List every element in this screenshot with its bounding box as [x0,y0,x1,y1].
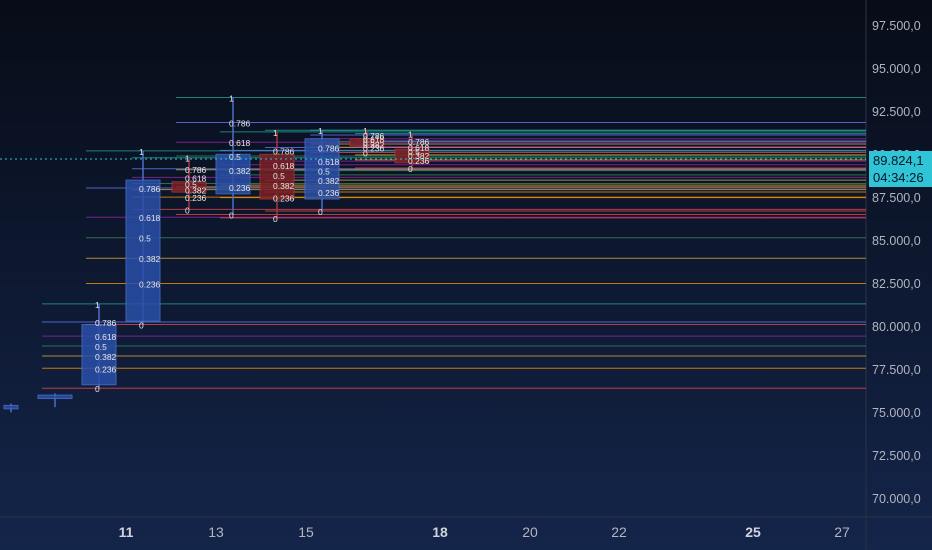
fib-level-label: 0.786 [318,143,340,153]
fib-level-label: 0 [318,207,323,217]
fib-level-label: 0.382 [95,352,117,362]
price-axis-label: 85.000,0 [872,234,921,248]
fib-level-label: 0.382 [229,166,251,176]
fib-level-label: 1 [273,128,278,138]
time-axis-label: 20 [522,524,538,540]
fib-level-label: 0 [229,210,234,220]
price-axis-label: 72.500,0 [872,449,921,463]
price-axis-label: 80.000,0 [872,320,921,334]
fib-level-label: 0.236 [318,188,340,198]
time-axis-label: 11 [118,524,134,540]
fib-level-label: 0.236 [95,364,117,374]
fib-level-label: 0 [273,214,278,224]
price-axis-label: 82.500,0 [872,277,921,291]
fib-level-label: 0.786 [273,146,295,156]
price-axis-label: 92.500,0 [872,105,921,119]
candle-body [3,404,19,410]
price-axis-label: 75.000,0 [872,406,921,420]
fib-level-label: 0.236 [139,280,161,290]
candle-body [37,394,73,400]
fib-level-label: 0 [408,164,413,174]
time-axis-label: 22 [611,524,627,540]
candle-body [125,179,161,322]
price-axis-label: 70.000,0 [872,492,921,506]
fib-level-label: 1 [318,126,323,136]
fib-level-label: 0.5 [318,167,330,177]
fib-level-label: 0 [95,384,100,394]
fib-level-label: 0.5 [273,171,285,181]
time-axis-label: 13 [208,524,224,540]
fib-level-label: 1 [139,147,144,157]
fib-level-label: 0.5 [139,234,151,244]
fib-level-label: 0.236 [185,193,207,203]
candlestick-chart[interactable]: 1 0.786 0.618 0.5 0.382 0.236 0 1 0.786 0.618 0.5 0… [0,0,932,550]
fib-level-label: 0.618 [229,138,251,148]
fib-level-label: 0.382 [139,254,161,264]
fib-level-label: 0 [139,321,144,331]
fib-level-label: 0.786 [139,184,161,194]
fib-level-label: 0.5 [229,152,241,162]
fib-level-label: 0.5 [95,342,107,352]
price-axis-label: 95.000,0 [872,62,921,76]
price-axis-label: 87.500,0 [872,191,921,205]
time-axis-label: 18 [432,524,448,540]
fib-level-label: 0.618 [273,161,295,171]
time-axis-label: 27 [834,524,850,540]
fib-level-label: 0 [185,205,190,215]
price-axis-label: 77.500,0 [872,363,921,377]
fib-level-label: 0.382 [318,176,340,186]
price-axis-label: 97.500,0 [872,19,921,33]
fib-level-label: 0.236 [229,183,251,193]
candle-countdown-badge: 04:34:26 [869,169,932,187]
fib-level-label: 0.618 [95,332,117,342]
fib-level-label: 0 [363,149,368,159]
fib-level-label: 1 [95,300,100,310]
fib-level-label: 0.786 [95,318,117,328]
current-price-badge: 89.824,1 [869,151,932,171]
time-axis-label: 25 [745,524,761,540]
fib-level-label: 0.618 [139,213,161,223]
fib-level-label: 1 [229,94,234,104]
time-axis-label: 15 [298,524,314,540]
fib-level-label: 0.236 [273,194,295,204]
chart-canvas[interactable]: 10.7860.6180.50.3820.236010.7860.6180.50… [0,0,932,550]
fib-level-label: 0.786 [229,119,251,129]
fib-level-label: 0.382 [273,181,295,191]
